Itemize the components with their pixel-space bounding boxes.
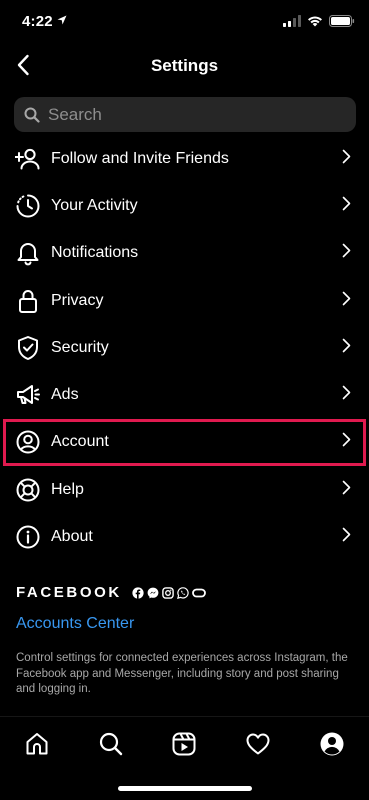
facebook-section: FACEBOOK Accounts Center Control setting…: [16, 584, 356, 698]
menu-item-label: Your Activity: [51, 196, 138, 214]
chevron-right-icon: [342, 338, 351, 358]
facebook-header: FACEBOOK: [16, 584, 356, 601]
menu-item-ads[interactable]: Ads: [0, 371, 369, 418]
accounts-center-description: Control settings for connected experienc…: [16, 652, 348, 695]
menu-item-label: Follow and Invite Friends: [51, 149, 229, 167]
settings-menu: Follow and Invite Friends Your Activity …: [0, 135, 369, 561]
page-title: Settings: [150, 56, 219, 75]
shield-check-icon: [15, 335, 41, 361]
messenger-logo-icon: [147, 587, 159, 599]
menu-item-your-activity[interactable]: Your Activity: [0, 182, 369, 229]
tab-bar-divider: [0, 716, 369, 717]
nav-header: Settings: [0, 44, 369, 88]
tab-bar: [0, 724, 369, 764]
search-icon: [24, 107, 40, 123]
tab-profile[interactable]: [318, 730, 346, 758]
menu-item-account[interactable]: Account: [3, 418, 366, 467]
location-arrow-icon: [57, 12, 67, 29]
add-person-icon: [15, 146, 41, 172]
heart-icon: [246, 733, 270, 755]
search-icon: [99, 732, 123, 756]
facebook-app-logos: [132, 586, 206, 599]
search-bar[interactable]: [14, 97, 356, 132]
bell-icon: [15, 240, 41, 266]
profile-icon: [320, 732, 344, 756]
account-circle-icon: [15, 429, 41, 455]
status-time-text: 4:22: [22, 13, 53, 30]
cellular-signal-icon: [283, 14, 301, 32]
portal-logo-icon: [191, 587, 206, 599]
activity-clock-icon: [15, 193, 41, 219]
lifebuoy-icon: [15, 477, 41, 503]
menu-item-label: Help: [51, 480, 84, 498]
whatsapp-logo-icon: [176, 586, 189, 599]
chevron-right-icon: [342, 385, 351, 405]
wifi-icon: [307, 14, 323, 32]
facebook-wordmark: FACEBOOK: [16, 584, 122, 601]
reels-icon: [172, 732, 196, 756]
menu-item-label: Ads: [51, 386, 79, 404]
battery-icon: [329, 14, 355, 32]
facebook-logo-icon: [132, 586, 144, 599]
menu-item-help[interactable]: Help: [0, 466, 369, 513]
menu-item-notifications[interactable]: Notifications: [0, 230, 369, 277]
home-indicator[interactable]: [118, 786, 252, 791]
info-icon: [15, 524, 41, 550]
status-time: 4:22: [22, 12, 67, 30]
chevron-right-icon: [342, 291, 351, 311]
instagram-logo-icon: [162, 586, 174, 599]
menu-item-privacy[interactable]: Privacy: [0, 277, 369, 324]
home-icon: [26, 733, 48, 755]
menu-item-label: Account: [51, 433, 109, 451]
menu-item-label: Privacy: [51, 291, 104, 309]
megaphone-icon: [15, 382, 41, 408]
tab-search[interactable]: [97, 730, 125, 758]
chevron-right-icon: [342, 149, 351, 169]
lock-icon: [15, 288, 41, 314]
accounts-center-link[interactable]: Accounts Center: [16, 615, 356, 633]
tab-home[interactable]: [23, 730, 51, 758]
menu-item-label: Notifications: [51, 244, 139, 262]
menu-item-about[interactable]: About: [0, 513, 369, 560]
status-bar: 4:22: [0, 0, 369, 44]
search-input[interactable]: [48, 104, 328, 125]
menu-item-label: About: [51, 528, 93, 546]
chevron-right-icon: [342, 527, 351, 547]
menu-item-follow-invite[interactable]: Follow and Invite Friends: [0, 135, 369, 182]
tab-activity[interactable]: [244, 730, 272, 758]
chevron-right-icon: [342, 243, 351, 263]
tab-reels[interactable]: [170, 730, 198, 758]
chevron-right-icon: [342, 480, 351, 500]
menu-item-label: Security: [51, 338, 109, 356]
chevron-right-icon: [342, 432, 351, 452]
chevron-right-icon: [342, 196, 351, 216]
menu-item-security[interactable]: Security: [0, 324, 369, 371]
status-icons: [283, 14, 355, 32]
